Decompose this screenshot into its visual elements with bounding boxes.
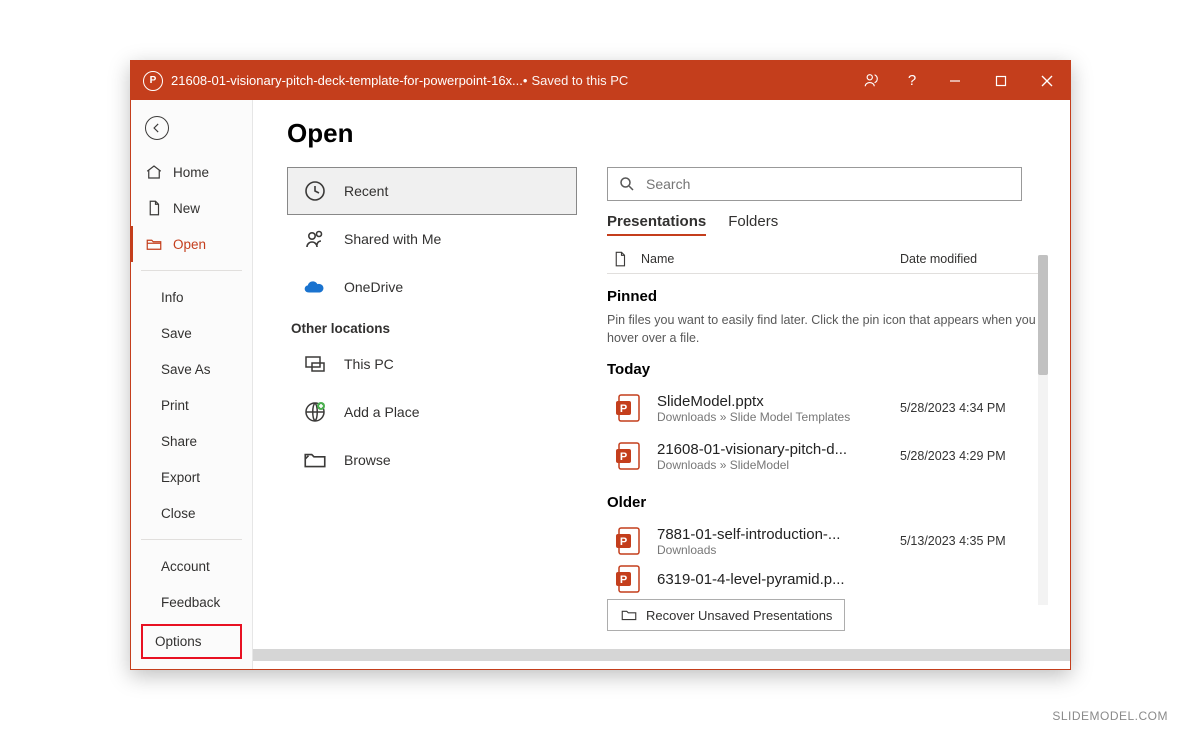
document-icon bbox=[611, 250, 629, 268]
title-separator: • bbox=[523, 73, 528, 88]
vertical-scrollbar[interactable] bbox=[1038, 255, 1048, 605]
search-input[interactable] bbox=[646, 176, 1011, 192]
file-row[interactable]: P 6319-01-4-level-pyramid.p... bbox=[607, 565, 1048, 593]
clock-icon bbox=[302, 178, 328, 204]
sidebar-item-save[interactable]: Save bbox=[131, 315, 252, 351]
pptx-file-icon: P bbox=[613, 525, 645, 557]
column-name[interactable]: Name bbox=[641, 252, 674, 266]
people-icon bbox=[302, 226, 328, 252]
coming-soon-icon[interactable] bbox=[852, 61, 892, 100]
sidebar-item-new[interactable]: New bbox=[131, 190, 252, 226]
file-date: 5/28/2023 4:29 PM bbox=[900, 449, 1030, 463]
location-label: This PC bbox=[344, 356, 394, 372]
file-date: 5/13/2023 4:35 PM bbox=[900, 534, 1030, 548]
powerpoint-app-icon: P bbox=[143, 71, 163, 91]
pptx-file-icon: P bbox=[613, 565, 645, 593]
close-button[interactable] bbox=[1024, 61, 1070, 100]
location-label: OneDrive bbox=[344, 279, 403, 295]
file-row[interactable]: P 21608-01-visionary-pitch-d... Download… bbox=[607, 432, 1048, 480]
svg-text:P: P bbox=[620, 536, 627, 548]
open-panel: Open Recent Shared with Me OneDrive bbox=[253, 100, 1070, 669]
locations-list: Recent Shared with Me OneDrive Other loc… bbox=[287, 167, 577, 643]
location-browse[interactable]: Browse bbox=[287, 436, 577, 484]
back-button[interactable] bbox=[145, 116, 169, 140]
file-list-panel: Presentations Folders Name Date modified… bbox=[607, 167, 1048, 643]
folder-icon bbox=[302, 447, 328, 473]
file-row[interactable]: P 7881-01-self-introduction-... Download… bbox=[607, 517, 1048, 565]
pptx-file-icon: P bbox=[613, 392, 645, 424]
location-add-place[interactable]: Add a Place bbox=[287, 388, 577, 436]
sidebar-item-account[interactable]: Account bbox=[131, 548, 252, 584]
recover-unsaved-button[interactable]: Recover Unsaved Presentations bbox=[607, 599, 845, 631]
sidebar-item-options[interactable]: Options bbox=[141, 624, 242, 659]
location-label: Shared with Me bbox=[344, 231, 441, 247]
file-name: 6319-01-4-level-pyramid.p... bbox=[657, 571, 900, 588]
sidebar-item-share[interactable]: Share bbox=[131, 423, 252, 459]
group-pinned: Pinned bbox=[607, 288, 1048, 305]
maximize-button[interactable] bbox=[978, 61, 1024, 100]
home-icon bbox=[145, 163, 163, 181]
list-header: Name Date modified bbox=[607, 244, 1048, 274]
tab-presentations[interactable]: Presentations bbox=[607, 213, 706, 236]
sidebar-item-feedback[interactable]: Feedback bbox=[131, 584, 252, 620]
sidebar-item-info[interactable]: Info bbox=[131, 279, 252, 315]
sidebar-label-new: New bbox=[173, 201, 200, 216]
backstage-window: P 21608-01-visionary-pitch-deck-template… bbox=[130, 60, 1071, 670]
save-status: Saved to this PC bbox=[531, 73, 628, 88]
file-path: Downloads bbox=[657, 543, 900, 557]
add-place-icon bbox=[302, 399, 328, 425]
file-name: 7881-01-self-introduction-... bbox=[657, 526, 900, 543]
sidebar-item-open[interactable]: Open bbox=[131, 226, 252, 262]
svg-text:P: P bbox=[620, 451, 627, 463]
location-onedrive[interactable]: OneDrive bbox=[287, 263, 577, 311]
file-name: 21608-01-visionary-pitch-d... bbox=[657, 441, 900, 458]
backstage-sidebar: Home New Open Info Save Save As Print Sh… bbox=[131, 100, 253, 669]
file-row[interactable]: P SlideModel.pptx Downloads » Slide Mode… bbox=[607, 384, 1048, 432]
group-older: Older bbox=[607, 494, 1048, 511]
document-icon bbox=[145, 199, 163, 217]
column-date[interactable]: Date modified bbox=[900, 252, 1030, 266]
onedrive-icon bbox=[302, 274, 328, 300]
watermark: SLIDEMODEL.COM bbox=[1052, 709, 1168, 723]
help-button[interactable]: ? bbox=[892, 61, 932, 100]
location-shared[interactable]: Shared with Me bbox=[287, 215, 577, 263]
svg-text:P: P bbox=[620, 574, 627, 586]
svg-text:P: P bbox=[620, 403, 627, 415]
sidebar-label-home: Home bbox=[173, 165, 209, 180]
group-today: Today bbox=[607, 361, 1048, 378]
minimize-button[interactable] bbox=[932, 61, 978, 100]
title-bar: P 21608-01-visionary-pitch-deck-template… bbox=[131, 61, 1070, 100]
tab-bar: Presentations Folders bbox=[607, 213, 1048, 236]
this-pc-icon bbox=[302, 351, 328, 377]
search-icon bbox=[618, 175, 636, 193]
file-date: 5/28/2023 4:34 PM bbox=[900, 401, 1030, 415]
page-title: Open bbox=[287, 118, 1048, 149]
file-path: Downloads » SlideModel bbox=[657, 458, 900, 472]
folder-open-icon bbox=[145, 235, 163, 253]
sidebar-item-close[interactable]: Close bbox=[131, 495, 252, 531]
sidebar-item-save-as[interactable]: Save As bbox=[131, 351, 252, 387]
folder-icon bbox=[620, 606, 638, 624]
file-name: SlideModel.pptx bbox=[657, 393, 900, 410]
location-label: Recent bbox=[344, 183, 388, 199]
file-path: Downloads » Slide Model Templates bbox=[657, 410, 900, 424]
sidebar-item-export[interactable]: Export bbox=[131, 459, 252, 495]
search-box[interactable] bbox=[607, 167, 1022, 201]
tab-folders[interactable]: Folders bbox=[728, 213, 778, 236]
sidebar-label-open: Open bbox=[173, 237, 206, 252]
document-title: 21608-01-visionary-pitch-deck-template-f… bbox=[171, 73, 523, 88]
sidebar-item-home[interactable]: Home bbox=[131, 154, 252, 190]
other-locations-label: Other locations bbox=[287, 311, 577, 340]
location-this-pc[interactable]: This PC bbox=[287, 340, 577, 388]
recover-label: Recover Unsaved Presentations bbox=[646, 608, 832, 623]
location-recent[interactable]: Recent bbox=[287, 167, 577, 215]
pptx-file-icon: P bbox=[613, 440, 645, 472]
horizontal-scrollbar[interactable] bbox=[253, 649, 1070, 661]
location-label: Browse bbox=[344, 452, 391, 468]
location-label: Add a Place bbox=[344, 404, 420, 420]
sidebar-item-print[interactable]: Print bbox=[131, 387, 252, 423]
pinned-hint: Pin files you want to easily find later.… bbox=[607, 311, 1048, 347]
